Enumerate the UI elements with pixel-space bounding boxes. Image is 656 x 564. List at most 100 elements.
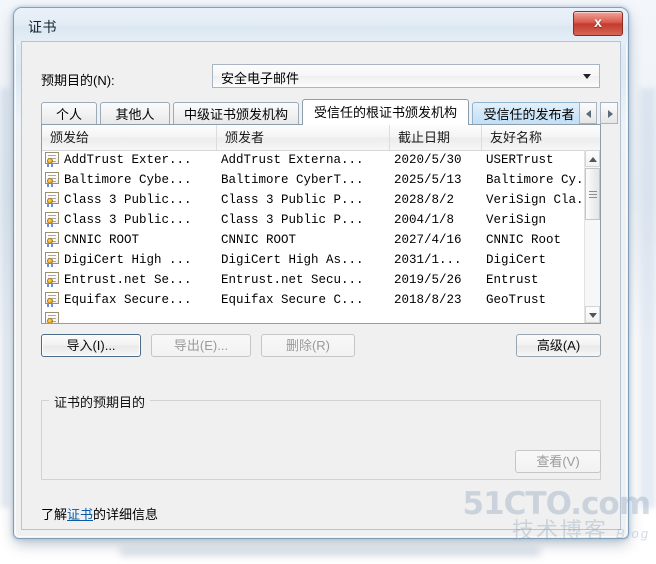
scroll-down-arrow-icon	[589, 313, 597, 318]
footer-help-text: 了解证书的详细信息	[41, 504, 158, 523]
table-row[interactable]: Class 3 Public... Class 3 Public P... 2004…	[42, 210, 584, 230]
tab-4[interactable]: 受信任的发布者	[472, 102, 586, 124]
cell-0: Baltimore Cybe...	[64, 173, 192, 187]
column-header-3[interactable]: 友好名称	[482, 125, 586, 150]
cell-0: AddTrust Exter...	[64, 153, 192, 167]
cell-3: CNNIC Root	[486, 233, 562, 247]
scrollbar-thumb[interactable]	[585, 168, 600, 220]
table-row[interactable]: CNNIC ROOT CNNIC ROOT 2027/4/16 CNNIC Root	[42, 230, 584, 250]
cell-0: Entrust.net Se...	[64, 273, 192, 287]
list-rows: AddTrust Exter... AddTrust Externa... 2020…	[42, 150, 584, 323]
tab-label: 受信任的根证书颁发机构	[313, 105, 457, 120]
chevron-down-icon	[583, 74, 591, 79]
table-row[interactable]: AddTrust Exter... AddTrust Externa... 2020…	[42, 150, 584, 170]
list-column-headers: 颁发给 颁发者 截止日期 友好名称	[42, 125, 600, 151]
footer-prefix: 了解	[41, 507, 68, 522]
cell-3: DigiCert	[486, 253, 547, 267]
table-row[interactable]: DigiCert High ... DigiCert High As... 2031…	[42, 250, 584, 270]
certificate-icon	[45, 192, 61, 207]
tab-3[interactable]: 受信任的根证书颁发机构	[302, 99, 469, 125]
cell-3: Baltimore Cy...	[486, 173, 584, 187]
scroll-up-button[interactable]	[585, 150, 600, 167]
title-bar: 证书 x	[14, 8, 628, 44]
certificate-list[interactable]: 颁发给 颁发者 截止日期 友好名称 AddTrust Exter... AddTrust…	[41, 124, 601, 324]
cell-1: AddTrust Externa...	[221, 153, 364, 167]
scroll-down-button[interactable]	[585, 306, 600, 323]
table-row-partial[interactable]	[42, 310, 584, 323]
tab-2[interactable]: 中级证书颁发机构	[173, 102, 299, 124]
table-row[interactable]: Baltimore Cybe... Baltimore CyberT... 2025…	[42, 170, 584, 190]
purpose-combobox[interactable]: 安全电子邮件	[212, 64, 600, 88]
table-row[interactable]: Equifax Secure... Equifax Secure C... 2018…	[42, 290, 584, 310]
tab-label: 中级证书颁发机构	[183, 107, 288, 122]
cell-0: Equifax Secure...	[64, 293, 192, 307]
cell-2: 2018/8/23	[394, 293, 462, 307]
left-arrow-icon	[586, 110, 591, 118]
tab-label: 受信任的发布者	[483, 107, 575, 122]
vertical-scrollbar[interactable]	[584, 150, 600, 323]
table-row[interactable]: Class 3 Public... Class 3 Public P... 2028…	[42, 190, 584, 210]
cell-1: Class 3 Public P...	[221, 193, 364, 207]
cell-1: Baltimore CyberT...	[221, 173, 364, 187]
column-header-0[interactable]: 颁发给	[42, 125, 217, 150]
tab-scroll-left-button[interactable]	[579, 102, 597, 124]
tab-1[interactable]: 其他人	[100, 102, 170, 124]
cell-0: DigiCert High ...	[64, 253, 192, 267]
column-header-2[interactable]: 截止日期	[390, 125, 482, 150]
advanced-button[interactable]: 高级(A)	[516, 334, 601, 357]
cell-2: 2020/5/30	[394, 153, 462, 167]
tab-scroll-right-button[interactable]	[600, 102, 618, 124]
window-title: 证书	[28, 19, 57, 35]
certificate-icon	[45, 292, 61, 307]
column-header-1[interactable]: 颁发者	[217, 125, 390, 150]
groupbox-title: 证书的预期目的	[49, 392, 151, 411]
backdrop-blur-taskbar	[120, 548, 540, 556]
dialog-client-area: 预期目的(N): 安全电子邮件 个人 其他人 中级证书颁发机构 受信任的根证书颁发机构…	[21, 41, 621, 530]
footer-suffix: 的详细信息	[93, 507, 159, 522]
cell-3: GeoTrust	[486, 293, 547, 307]
certificate-icon	[45, 312, 61, 323]
tab-label: 其他人	[115, 107, 155, 122]
table-row[interactable]: Entrust.net Se... Entrust.net Secu... 2019…	[42, 270, 584, 290]
cell-1: Entrust.net Secu...	[221, 273, 364, 287]
certificate-icon	[45, 152, 61, 167]
cell-2: 2027/4/16	[394, 233, 462, 247]
cell-3: Entrust	[486, 273, 539, 287]
cell-2: 2019/5/26	[394, 273, 462, 287]
cell-1: CNNIC ROOT	[221, 233, 297, 247]
cell-1: Class 3 Public P...	[221, 213, 364, 227]
certificate-icon	[45, 232, 61, 247]
cell-2: 2028/8/2	[394, 193, 455, 207]
purpose-selected-value: 安全电子邮件	[221, 71, 300, 86]
right-arrow-icon	[608, 110, 613, 118]
certificate-icon	[45, 272, 61, 287]
cell-3: VeriSign	[486, 213, 547, 227]
tab-strip: 个人 其他人 中级证书颁发机构 受信任的根证书颁发机构 受信任的发布者	[41, 99, 618, 125]
close-icon: x	[594, 14, 602, 30]
certificate-icon	[45, 172, 61, 187]
cell-1: DigiCert High As...	[221, 253, 364, 267]
cell-2: 2031/1...	[394, 253, 462, 267]
purpose-label: 预期目的(N):	[41, 73, 115, 88]
scroll-up-arrow-icon	[589, 157, 597, 162]
close-button[interactable]: x	[573, 11, 623, 36]
tab-0[interactable]: 个人	[41, 102, 97, 124]
cell-0: CNNIC ROOT	[64, 233, 140, 247]
cell-3: VeriSign Cla...	[486, 193, 584, 207]
import-button[interactable]: 导入(I)...	[41, 334, 141, 357]
certificate-icon	[45, 252, 61, 267]
export-button: 导出(E)...	[151, 334, 251, 357]
view-button: 查看(V)	[515, 450, 601, 473]
cell-3: USERTrust	[486, 153, 554, 167]
certificate-details-link[interactable]: 证书	[67, 507, 93, 522]
tab-scroll-buttons	[579, 102, 619, 124]
remove-button: 删除(R)	[261, 334, 355, 357]
certificate-icon	[45, 212, 61, 227]
cell-2: 2025/5/13	[394, 173, 462, 187]
cell-1: Equifax Secure C...	[221, 293, 364, 307]
cell-0: Class 3 Public...	[64, 213, 192, 227]
cell-2: 2004/1/8	[394, 213, 455, 227]
certificates-dialog: 证书 x 预期目的(N): 安全电子邮件 个人 其他人 中级证书颁发机构 受信任的根证…	[14, 8, 628, 538]
cell-0: Class 3 Public...	[64, 193, 192, 207]
scrollbar-grip-icon	[589, 191, 597, 192]
